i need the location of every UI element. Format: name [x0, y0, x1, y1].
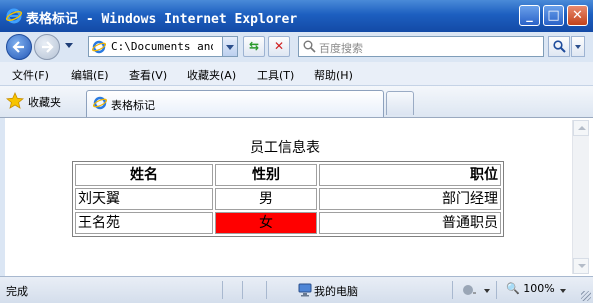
status-divider [266, 281, 267, 299]
resize-grip[interactable] [581, 291, 591, 301]
menu-tools[interactable]: 工具(T) [257, 67, 294, 83]
header-position: 职位 [319, 164, 501, 186]
address-toolbar: C:\Documents and S ⇆ ✕ 百度搜索 [0, 32, 593, 62]
employee-table: 姓名 性别 职位 刘天翼 男 部门经理 王名苑 女 普通职员 [72, 161, 504, 237]
title-bar: 表格标记 - Windows Internet Explorer _ □ ✕ [0, 0, 593, 32]
tab-active[interactable]: 表格标记 [86, 90, 384, 117]
address-text[interactable]: C:\Documents and S [111, 40, 213, 53]
menu-view[interactable]: 查看(V) [129, 67, 167, 83]
stop-icon: ✕ [273, 39, 285, 53]
zoom-icon: 🔍 [506, 282, 520, 295]
search-options-dropdown[interactable] [571, 36, 585, 57]
search-input[interactable]: 百度搜索 [298, 36, 544, 57]
table-row: 刘天翼 男 部门经理 [75, 188, 501, 210]
back-button[interactable] [6, 34, 32, 60]
cell-name: 刘天翼 [75, 188, 213, 210]
close-button[interactable]: ✕ [567, 5, 588, 26]
maximize-icon: □ [547, 8, 560, 23]
favorites-label: 收藏夹 [28, 96, 61, 109]
minimize-button[interactable]: _ [519, 5, 540, 26]
cell-gender: 男 [215, 188, 317, 210]
tab-bar: 收藏夹 表格标记 [0, 86, 593, 118]
cell-position: 普通职员 [319, 212, 501, 234]
zoom-level: 100% [523, 282, 555, 295]
forward-arrow-icon [42, 41, 54, 53]
cell-position: 部门经理 [319, 188, 501, 210]
protected-mode-dropdown-icon[interactable] [484, 289, 490, 293]
recent-pages-dropdown-icon[interactable] [65, 43, 73, 48]
scroll-up-arrow-icon[interactable] [573, 120, 589, 136]
protected-mode-icon[interactable] [462, 284, 478, 297]
minimize-icon: _ [526, 8, 533, 23]
zoom-dropdown-icon[interactable] [560, 289, 566, 293]
new-tab-button[interactable] [386, 91, 414, 115]
status-text: 完成 [6, 285, 28, 298]
header-name: 姓名 [75, 164, 213, 186]
ie-logo-icon [6, 8, 22, 24]
cell-gender-highlighted: 女 [215, 212, 317, 234]
computer-icon [298, 283, 312, 297]
search-placeholder: 百度搜索 [319, 42, 363, 55]
status-divider [222, 281, 223, 299]
address-field[interactable]: C:\Documents and S [88, 36, 238, 57]
cell-name: 王名苑 [75, 212, 213, 234]
table-caption: 员工信息表 [250, 140, 320, 156]
table-row: 王名苑 女 普通职员 [75, 212, 501, 234]
status-divider [496, 281, 497, 299]
stop-button[interactable]: ✕ [268, 36, 290, 57]
menu-favorites[interactable]: 收藏夹(A) [187, 67, 236, 83]
status-divider [242, 281, 243, 299]
ie-page-icon [93, 96, 107, 110]
zone-label: 我的电脑 [314, 285, 358, 298]
star-icon [6, 92, 24, 109]
window-title: 表格标记 - Windows Internet Explorer [26, 12, 298, 27]
menu-file[interactable]: 文件(F) [12, 67, 49, 83]
ie-page-icon [92, 40, 106, 54]
status-bar: 完成 我的电脑 🔍 100% [0, 276, 593, 303]
refresh-button[interactable]: ⇆ [243, 36, 265, 57]
close-icon: ✕ [572, 8, 583, 23]
search-provider-icon [303, 40, 316, 53]
menu-bar: 文件(F) 编辑(E) 查看(V) 收藏夹(A) 工具(T) 帮助(H) [0, 62, 593, 86]
vertical-scrollbar[interactable] [572, 120, 589, 274]
search-button[interactable] [548, 36, 570, 57]
search-icon [553, 40, 566, 53]
menu-help[interactable]: 帮助(H) [314, 67, 353, 83]
refresh-icon: ⇆ [248, 39, 260, 53]
zoom-control[interactable]: 🔍 100% [506, 282, 555, 295]
status-divider [452, 281, 453, 299]
forward-button[interactable] [34, 34, 60, 60]
menu-edit[interactable]: 编辑(E) [71, 67, 109, 83]
table-header-row: 姓名 性别 职位 [75, 164, 501, 186]
address-dropdown-button[interactable] [222, 37, 237, 56]
maximize-button[interactable]: □ [543, 5, 564, 26]
scroll-down-arrow-icon[interactable] [573, 258, 589, 274]
back-arrow-icon [12, 41, 24, 53]
header-gender: 性别 [215, 164, 317, 186]
tab-label: 表格标记 [111, 99, 155, 112]
